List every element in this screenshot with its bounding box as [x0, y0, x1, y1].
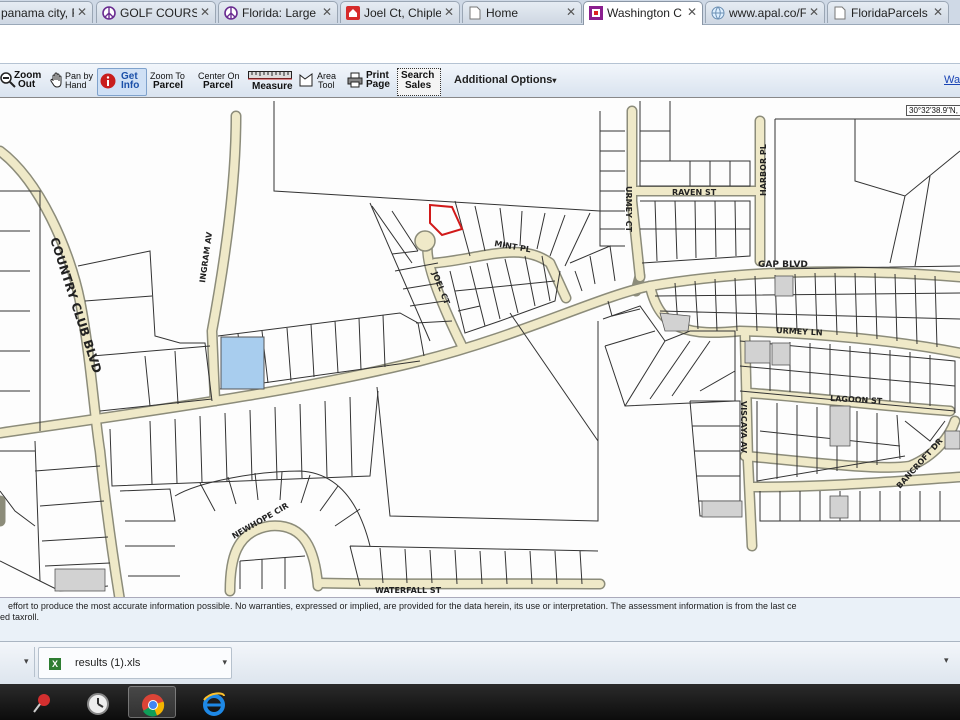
- chrome-icon: [142, 694, 165, 717]
- search-sales-button[interactable]: Search Sales: [397, 68, 441, 96]
- globe-icon: [711, 6, 725, 20]
- get-info-button[interactable]: Get Info: [97, 68, 147, 96]
- house-icon: [346, 6, 360, 20]
- map-toolbar: Zoom Out Pan by Hand Get Info Zoom To Pa…: [0, 63, 960, 98]
- road-label-viscaya: VISCAYA AV: [739, 401, 748, 454]
- tab-title: Washington C: [607, 6, 682, 20]
- tool-label: Parcel: [153, 80, 184, 91]
- printer-icon: [347, 72, 363, 88]
- road-label-country-club: COUNTRY CLUB BLVD: [47, 236, 104, 375]
- excel-icon: X: [49, 658, 61, 670]
- shaded-parcels: [54, 275, 960, 592]
- peace-icon: [102, 6, 116, 20]
- coordinate-readout: 30°32'38.9"N,: [906, 105, 960, 116]
- pin-icon: [33, 694, 50, 713]
- pin-app-button[interactable]: [18, 686, 66, 718]
- tool-label: Sales: [405, 80, 432, 91]
- area-icon: [299, 73, 313, 87]
- page-header-blank: [0, 25, 960, 63]
- close-icon[interactable]: ✕: [809, 5, 819, 19]
- selected-parcel[interactable]: [220, 336, 265, 390]
- close-icon[interactable]: ✕: [77, 5, 87, 19]
- tab-title: Florida: Large: [242, 6, 317, 20]
- zoom-to-parcel-button[interactable]: Zoom To Parcel: [150, 68, 194, 94]
- chrome-app-button[interactable]: [128, 686, 176, 718]
- download-item[interactable]: X results (1).xls ▾: [38, 647, 232, 679]
- info-icon: [100, 73, 116, 89]
- disclaimer-text-continued: ed taxroll.: [0, 612, 40, 622]
- chevron-down-icon[interactable]: ▾: [222, 657, 227, 668]
- tab-title: Joel Ct, Chiple: [364, 6, 441, 20]
- tab-florida-large[interactable]: Florida: Large ✕: [218, 1, 338, 23]
- tab-florida-parcels[interactable]: FloridaParcels ✕: [827, 1, 949, 23]
- ruler-icon: [248, 71, 292, 80]
- parcel-map[interactable]: COUNTRY CLUB BLVD INGRAM AV JOEL CT MINT…: [0, 97, 960, 598]
- road-label-gap: GAP BLVD: [758, 260, 808, 270]
- clock-icon: [87, 693, 109, 715]
- area-tool-button[interactable]: Area Tool: [298, 68, 342, 94]
- close-icon[interactable]: ✕: [444, 5, 454, 19]
- tab-title: Home: [486, 6, 519, 20]
- ie-app-button[interactable]: [190, 686, 238, 718]
- download-filename: results (1).xls: [75, 657, 141, 669]
- tab-joel-ct[interactable]: Joel Ct, Chiple ✕: [340, 1, 460, 23]
- zoom-out-button[interactable]: Zoom Out: [0, 68, 46, 94]
- taskbar: [0, 684, 960, 720]
- previous-download[interactable]: ▾: [0, 647, 35, 677]
- tab-panama-city[interactable]: panama city, F ✕: [0, 1, 93, 23]
- close-icon[interactable]: ✕: [200, 5, 210, 19]
- close-icon[interactable]: ✕: [322, 5, 332, 19]
- tool-label: Out: [18, 79, 36, 90]
- road-label-waterfall: WATERFALL ST: [375, 586, 442, 595]
- tab-title: panama city, F: [1, 6, 74, 20]
- header-link[interactable]: Wa: [944, 74, 960, 86]
- tab-title: FloridaParcels: [851, 6, 928, 20]
- parcel-map-canvas[interactable]: COUNTRY CLUB BLVD INGRAM AV JOEL CT MINT…: [0, 98, 960, 598]
- measure-button[interactable]: Measure: [247, 68, 293, 94]
- tab-apal[interactable]: www.apal.co/F ✕: [705, 1, 825, 23]
- tab-golf-course[interactable]: GOLF COURSE ✕: [96, 1, 216, 23]
- chevron-down-icon[interactable]: ▾: [24, 656, 29, 667]
- ie-icon: [203, 692, 225, 716]
- tool-label: Hand: [65, 80, 87, 90]
- additional-options-menu[interactable]: Additional Options▾: [454, 74, 556, 86]
- download-bar: ▾ X results (1).xls ▾ ▾: [0, 641, 960, 685]
- tool-label: Parcel: [203, 80, 234, 91]
- tab-washington-county[interactable]: Washington C ✕: [583, 1, 703, 25]
- hand-icon: [50, 72, 62, 88]
- disclaimer-text: effort to produce the most accurate info…: [8, 601, 797, 611]
- clock-app-button[interactable]: [74, 686, 122, 718]
- tab-title: GOLF COURSE: [120, 6, 197, 20]
- print-page-button[interactable]: Print Page: [347, 68, 393, 94]
- close-icon[interactable]: ✕: [566, 5, 576, 19]
- page-icon: [469, 6, 481, 20]
- road-label-urmey-ct: URMEY CT: [624, 186, 633, 233]
- disclaimer-panel: effort to produce the most accurate info…: [0, 597, 960, 642]
- close-icon[interactable]: ✕: [933, 5, 943, 19]
- tool-label: Measure: [252, 81, 293, 92]
- chevron-down-icon[interactable]: ▾: [944, 655, 949, 666]
- road-label-harbor: HARBOR PL: [759, 144, 768, 196]
- tool-label: Page: [366, 79, 390, 90]
- road-label-ingram: INGRAM AV: [198, 231, 214, 284]
- gis-icon: [589, 6, 603, 20]
- tab-home[interactable]: Home ✕: [462, 1, 582, 23]
- peace-icon: [224, 6, 238, 20]
- page-icon: [834, 6, 846, 20]
- additional-options-label: Additional Options: [454, 74, 553, 86]
- tab-title: www.apal.co/F: [729, 6, 806, 20]
- browser-tab-strip: panama city, F ✕ GOLF COURSE ✕ Florida: …: [0, 0, 960, 25]
- chevron-down-icon: ▾: [552, 76, 557, 85]
- tool-label: Tool: [318, 80, 335, 90]
- close-icon[interactable]: ✕: [687, 5, 697, 19]
- road-network: [0, 105, 960, 598]
- road-label-raven: RAVEN ST: [672, 188, 717, 197]
- tool-label: Info: [121, 80, 140, 91]
- center-on-parcel-button[interactable]: Center On Parcel: [198, 68, 244, 94]
- pan-by-hand-button[interactable]: Pan by Hand: [49, 68, 95, 94]
